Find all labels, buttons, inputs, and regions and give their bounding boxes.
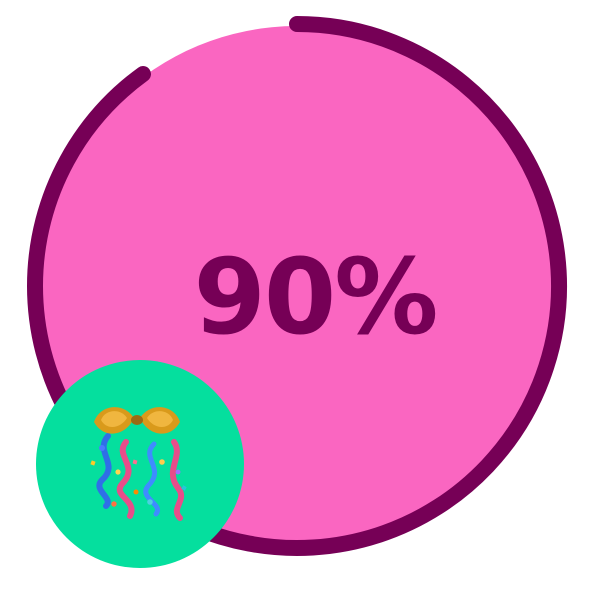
progress-percent-label: 90% (193, 236, 439, 358)
confetti-ball-icon (90, 407, 187, 521)
progress-widget: 90% (0, 0, 594, 594)
celebration-badge (36, 360, 244, 568)
